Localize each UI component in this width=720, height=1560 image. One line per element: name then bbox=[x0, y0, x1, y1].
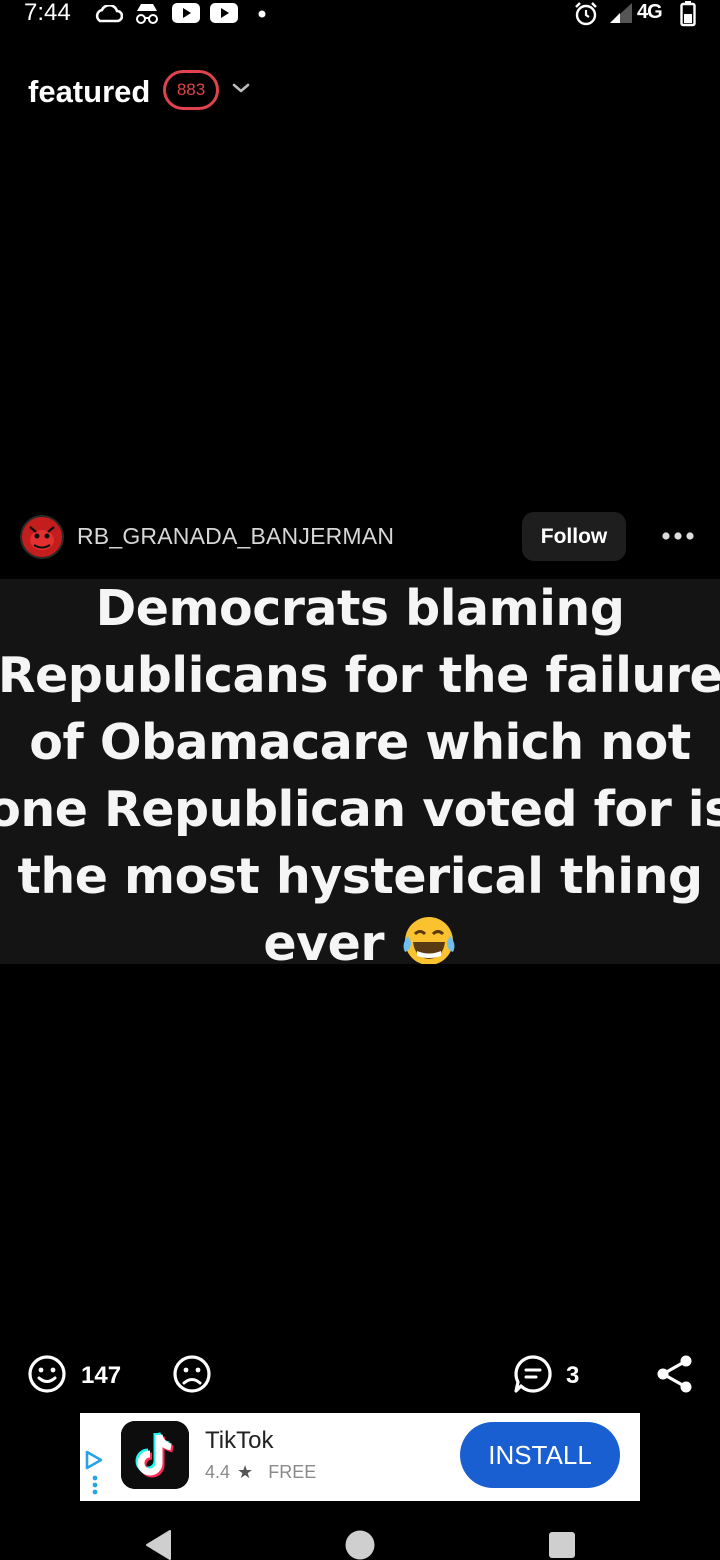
post-author-row: RB_GRANADA_BANJERMAN Follow bbox=[20, 512, 710, 562]
comment-count: 3 bbox=[566, 1362, 580, 1389]
chevron-down-icon[interactable] bbox=[232, 82, 250, 94]
status-time: 7:44 bbox=[24, 0, 71, 26]
status-bar: 7:44 4G bbox=[0, 0, 720, 30]
ad-choices-icon[interactable] bbox=[84, 1449, 104, 1471]
alarm-icon bbox=[575, 2, 597, 26]
youtube-icon bbox=[172, 3, 200, 23]
post-text-line: Republicans for the failure bbox=[0, 647, 720, 704]
ad-banner[interactable]: TikTok 4.4 ★ FREE INSTALL bbox=[80, 1413, 640, 1501]
battery-icon bbox=[680, 1, 696, 27]
avatar[interactable] bbox=[20, 515, 64, 559]
post-text-line: the most hysterical thing bbox=[17, 848, 703, 905]
network-type: 4G bbox=[637, 1, 663, 23]
downvote-frown-icon[interactable] bbox=[172, 1354, 212, 1394]
follow-button[interactable]: Follow bbox=[522, 512, 626, 561]
upvote-count: 147 bbox=[81, 1362, 122, 1389]
system-nav-bar bbox=[0, 1520, 720, 1560]
signal-icon bbox=[610, 3, 632, 23]
ad-app-name[interactable]: TikTok bbox=[205, 1427, 273, 1455]
laughing-crying-emoji-icon bbox=[403, 916, 455, 964]
install-button[interactable]: INSTALL bbox=[460, 1422, 620, 1488]
avatar-image bbox=[22, 517, 62, 557]
incognito-icon bbox=[136, 4, 158, 24]
ad-price: FREE bbox=[268, 1462, 317, 1482]
recents-icon[interactable] bbox=[548, 1531, 576, 1559]
ad-app-meta: 4.4 ★ FREE bbox=[205, 1462, 316, 1483]
upvote-smile-icon[interactable] bbox=[27, 1354, 67, 1394]
section-title[interactable]: featured bbox=[28, 72, 150, 112]
username[interactable]: RB_GRANADA_BANJERMAN bbox=[77, 523, 394, 550]
post-text-line: ever bbox=[263, 915, 384, 964]
ad-menu-icon[interactable] bbox=[92, 1475, 98, 1495]
post-image[interactable]: Democrats blaming Republicans for the fa… bbox=[0, 579, 720, 964]
cloud-icon bbox=[95, 5, 123, 23]
ad-rating: 4.4 bbox=[205, 1462, 231, 1482]
post-text-last-line: ever bbox=[0, 910, 720, 964]
home-icon[interactable] bbox=[345, 1530, 375, 1560]
back-icon[interactable] bbox=[144, 1529, 174, 1560]
share-icon[interactable] bbox=[655, 1353, 695, 1395]
tiktok-app-icon[interactable] bbox=[121, 1421, 189, 1489]
post-caption: Democrats blaming Republicans for the fa… bbox=[0, 579, 720, 964]
post-text-line: one Republican voted for is bbox=[0, 781, 720, 838]
post-text-line: Democrats blaming bbox=[95, 580, 625, 637]
comment-icon[interactable] bbox=[513, 1354, 553, 1394]
post-text-line: of Obamacare which not bbox=[29, 714, 691, 771]
post-actions: 147 3 bbox=[0, 1350, 720, 1400]
more-options-icon[interactable] bbox=[658, 526, 698, 546]
count-badge: 883 bbox=[163, 70, 219, 110]
tiktok-logo-icon bbox=[121, 1421, 189, 1489]
star-icon: ★ bbox=[237, 1462, 254, 1482]
youtube-icon bbox=[210, 3, 238, 23]
dot-icon bbox=[258, 10, 266, 18]
